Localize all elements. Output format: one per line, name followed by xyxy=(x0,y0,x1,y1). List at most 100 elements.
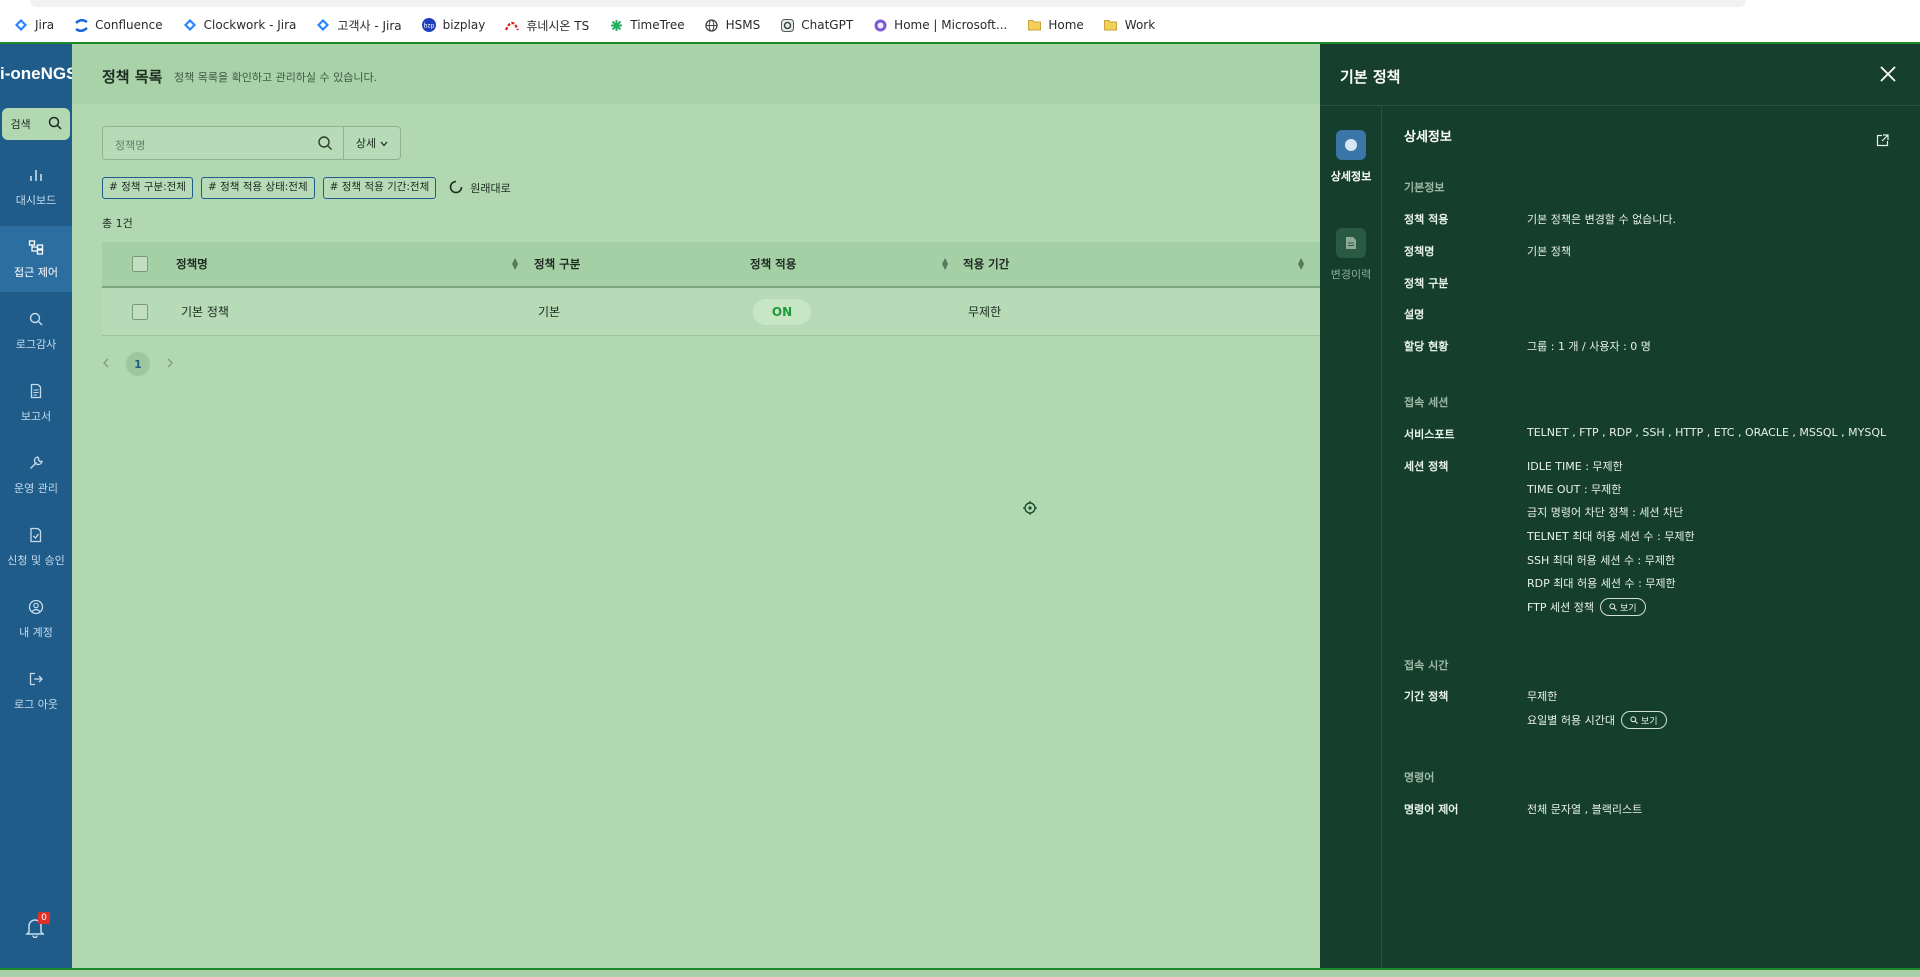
sidebar-item-logout[interactable]: 로그 아웃 xyxy=(0,658,72,724)
sort-icon[interactable]: ▲ ▼ xyxy=(942,242,948,286)
page-title: 정책 목록 xyxy=(102,68,163,86)
confluence-icon xyxy=(74,18,88,32)
brand-logo[interactable]: i-oneNGS xyxy=(0,64,72,84)
status-on-badge: ON xyxy=(753,288,811,335)
sidebar-search[interactable]: 검색 xyxy=(2,108,70,140)
document-icon xyxy=(28,383,44,402)
field-label: 명령어 제어 xyxy=(1404,803,1459,816)
cell-period: 무제한 xyxy=(968,305,1002,319)
column-header-type[interactable]: 정책 구분 xyxy=(534,242,580,286)
page-number-current[interactable]: 1 xyxy=(126,352,150,376)
field-value: 그룹 : 1 개 / 사용자 : 0 명 xyxy=(1527,340,1651,353)
notification-bell[interactable]: 0 xyxy=(24,912,50,940)
microsoft-icon xyxy=(873,18,887,32)
panel-title: 기본 정책 xyxy=(1340,68,1401,86)
browser-top-strip xyxy=(0,0,1920,8)
bookmark-bizplay[interactable]: bzp bizplay xyxy=(421,18,485,32)
session-policy-line: TELNET 최대 허용 세션 수 : 무제한 xyxy=(1527,530,1695,543)
history-icon xyxy=(1336,228,1366,258)
bar-chart-icon xyxy=(28,167,44,186)
ftp-session-policy: FTP 세션 정책 보기 xyxy=(1527,598,1646,616)
filter-chip-policy-status[interactable]: # 정책 적용 상태:전체 xyxy=(200,177,315,199)
info-icon xyxy=(1336,130,1366,160)
column-header-name[interactable]: 정책명 xyxy=(176,242,208,286)
field-label: 설명 xyxy=(1404,308,1425,321)
session-policy-line: TIME OUT : 무제한 xyxy=(1527,483,1622,496)
sidebar-item-reports[interactable]: 보고서 xyxy=(0,370,72,436)
next-page-icon[interactable] xyxy=(166,357,174,371)
bookmark-hsms[interactable]: HSMS xyxy=(705,18,760,32)
bookmark-clockwork-jira[interactable]: Clockwork - Jira xyxy=(183,18,296,32)
field-value: TELNET , FTP , RDP , SSH , HTTP , ETC , … xyxy=(1527,426,1887,439)
sidebar-item-log-audit[interactable]: 로그감사 xyxy=(0,298,72,364)
section-title: 상세정보 xyxy=(1404,130,1452,145)
column-header-status[interactable]: 정책 적용 xyxy=(750,242,796,286)
timetree-icon xyxy=(609,18,623,32)
wrench-icon xyxy=(28,455,44,474)
field-label: 기간 정책 xyxy=(1404,690,1449,703)
view-ftp-policy-button[interactable]: 보기 xyxy=(1599,598,1646,616)
session-policy-line: 금지 명령어 차단 정책 : 세션 차단 xyxy=(1527,506,1684,519)
page-subtitle: 정책 목록을 확인하고 관리하실 수 있습니다. xyxy=(174,71,378,84)
field-label: 정책 적용 xyxy=(1404,213,1449,226)
sidebar-item-my-account[interactable]: 내 계정 xyxy=(0,586,72,652)
reset-filters-button[interactable]: 원래대로 xyxy=(448,179,511,198)
session-policy-line: RDP 최대 허용 세션 수 : 무제한 xyxy=(1527,577,1676,590)
sidebar-item-requests-approval[interactable]: 신청 및 승인 xyxy=(0,514,72,580)
tab-detail-info[interactable]: 상세정보 xyxy=(1320,130,1382,184)
policy-search-input[interactable]: 정책명 xyxy=(102,126,344,160)
cell-policy-name: 기본 정책 xyxy=(181,305,229,319)
group-heading-time: 접속 시간 xyxy=(1404,659,1449,672)
field-label: 정책명 xyxy=(1404,245,1435,258)
bookmark-hunesion-ts[interactable]: 휴네시온 TS xyxy=(505,17,589,34)
detail-filter-button[interactable]: 상세 xyxy=(344,126,401,160)
folder-icon xyxy=(1027,18,1041,32)
tab-change-history[interactable]: 변경이력 xyxy=(1320,228,1382,282)
sort-icon[interactable]: ▲ ▼ xyxy=(1298,242,1304,286)
panel-header: 기본 정책 xyxy=(1320,44,1920,106)
column-header-period[interactable]: 적용 기간 xyxy=(963,242,1009,286)
sidebar-item-dashboard[interactable]: 대시보드 xyxy=(0,154,72,220)
select-all-checkbox[interactable] xyxy=(132,242,148,286)
search-icon[interactable] xyxy=(317,135,333,151)
filter-chip-policy-type[interactable]: # 정책 구분:전체 xyxy=(102,177,193,199)
bookmark-folder-work[interactable]: Work xyxy=(1104,18,1155,32)
bookmark-timetree[interactable]: TimeTree xyxy=(609,18,685,32)
bookmark-customer-jira[interactable]: 고객사 - Jira xyxy=(316,17,402,34)
sidebar-item-operations[interactable]: 운영 관리 xyxy=(0,442,72,508)
svg-text:bzp: bzp xyxy=(423,23,434,30)
sidebar-item-access-control[interactable]: 접근 제어 xyxy=(0,226,72,292)
bookmark-jira[interactable]: Jira xyxy=(14,18,54,32)
main-content: 정책 목록 정책 목록을 확인하고 관리하실 수 있습니다. 정책명 상세 # … xyxy=(72,44,1320,968)
prev-page-icon[interactable] xyxy=(102,357,110,371)
field-value: 전체 문자열 , 블랙리스트 xyxy=(1527,803,1643,816)
field-value: 기본 정책 xyxy=(1527,245,1571,258)
group-heading-basic: 기본정보 xyxy=(1404,181,1445,194)
search-placeholder: 정책명 xyxy=(115,139,146,152)
filter-chip-policy-period[interactable]: # 정책 적용 기간:전체 xyxy=(322,177,437,199)
address-bar[interactable] xyxy=(30,0,1746,7)
bookmark-microsoft-home[interactable]: Home | Microsoft... xyxy=(873,18,1007,32)
total-count: 총 1건 xyxy=(102,217,133,230)
group-heading-command: 명령어 xyxy=(1404,771,1435,784)
bookmark-confluence[interactable]: Confluence xyxy=(74,18,163,32)
field-label: 서비스포트 xyxy=(1404,428,1455,441)
company-icon xyxy=(505,18,520,32)
row-checkbox[interactable] xyxy=(132,288,148,335)
jira-icon xyxy=(183,18,197,32)
folder-icon xyxy=(1104,18,1118,32)
field-value: 기본 정책은 변경할 수 없습니다. xyxy=(1527,213,1677,226)
external-edit-icon[interactable] xyxy=(1876,132,1890,147)
sort-icon[interactable]: ▲ ▼ xyxy=(512,242,518,286)
policy-detail-panel: 기본 정책 상세정보 변경이력 상세정보 기본정보 정책 적용 기본 정책은 변… xyxy=(1320,44,1920,968)
weekday-time-policy: 요일별 허용 시간대 보기 xyxy=(1527,711,1667,729)
panel-content: 상세정보 기본정보 정책 적용 기본 정책은 변경할 수 없습니다. 정책명 기… xyxy=(1404,106,1904,968)
table-row[interactable]: 기본 정책 기본 ON 무제한 xyxy=(102,288,1320,336)
table-header: 정책명 ▲ ▼ 정책 구분 정책 적용 ▲ ▼ 적용 기간 ▲ ▼ xyxy=(102,242,1320,288)
bookmark-folder-home[interactable]: Home xyxy=(1027,18,1084,32)
approval-icon xyxy=(28,527,44,546)
close-icon[interactable] xyxy=(1878,64,1898,84)
chatgpt-icon xyxy=(780,18,794,32)
view-weekday-policy-button[interactable]: 보기 xyxy=(1620,711,1667,729)
bookmark-chatgpt[interactable]: ChatGPT xyxy=(780,18,853,32)
